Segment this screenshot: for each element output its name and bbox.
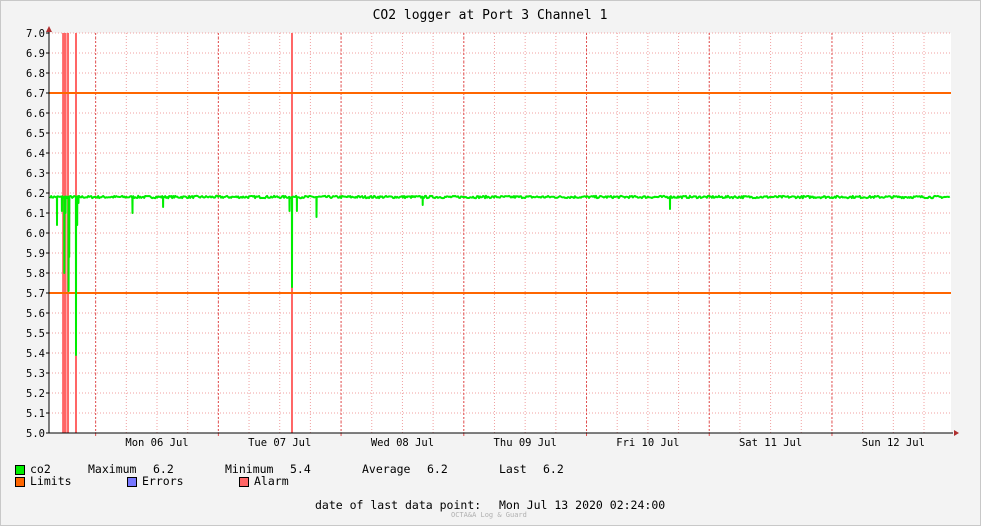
x-axis-arrow-icon xyxy=(954,430,959,436)
y-tick-label: 5.1 xyxy=(26,408,45,420)
x-tick-label: Tue 07 Jul xyxy=(248,437,311,449)
y-tick-label: 6.9 xyxy=(26,48,45,60)
legend-minimum-value: 5.4 xyxy=(290,462,311,476)
last-data-point-value: Mon Jul 13 2020 02:24:00 xyxy=(499,498,666,512)
errors-legend-swatch xyxy=(127,477,137,487)
x-tick-label: Sat 11 Jul xyxy=(739,437,802,449)
y-tick-label: 6.1 xyxy=(26,208,45,220)
alarm-legend-swatch xyxy=(239,477,249,487)
y-tick-label: 7.0 xyxy=(26,28,45,40)
y-tick-label: 5.5 xyxy=(26,328,45,340)
legend-last-label: Last xyxy=(499,462,527,476)
y-tick-label: 5.7 xyxy=(26,288,45,300)
x-tick-label: Thu 09 Jul xyxy=(494,437,557,449)
x-tick-label: Mon 06 Jul xyxy=(125,437,188,449)
legend-limits-label: Limits xyxy=(30,474,72,488)
legend-average-value: 6.2 xyxy=(427,462,448,476)
chart-canvas: CO2 logger at Port 3 Channel 1 7.0 6.9 6.8… xyxy=(26,8,959,449)
y-tick-label: 6.8 xyxy=(26,68,45,80)
x-axis-ticks: Mon 06 Jul Tue 07 Jul Wed 08 Jul Thu 09 Jul… xyxy=(95,433,925,449)
co2-legend-swatch xyxy=(15,465,25,475)
legend-maximum-label: Maximum xyxy=(88,462,137,476)
limits-legend-swatch xyxy=(15,477,25,487)
y-tick-label: 5.3 xyxy=(26,368,45,380)
chart-title: CO2 logger at Port 3 Channel 1 xyxy=(373,8,608,23)
y-tick-label: 6.0 xyxy=(26,228,45,240)
x-tick-label: Wed 08 Jul xyxy=(371,437,434,449)
x-tick-label: Sun 12 Jul xyxy=(862,437,925,449)
y-tick-label: 6.5 xyxy=(26,128,45,140)
y-tick-label: 6.4 xyxy=(26,148,45,160)
legend-average-label: Average xyxy=(362,462,411,476)
y-tick-label: 5.0 xyxy=(26,428,45,440)
last-data-point-label: date of last data point: xyxy=(315,498,482,512)
y-tick-label: 6.7 xyxy=(26,88,45,100)
x-tick-label: Fri 10 Jul xyxy=(616,437,679,449)
watermark: OCTA&A Log & Guard xyxy=(451,511,527,519)
legend-last-value: 6.2 xyxy=(543,462,564,476)
y-tick-label: 5.9 xyxy=(26,248,45,260)
y-tick-label: 6.6 xyxy=(26,108,45,120)
y-axis-arrow-icon xyxy=(46,26,52,32)
y-tick-label: 5.2 xyxy=(26,388,45,400)
y-tick-label: 6.3 xyxy=(26,168,45,180)
y-tick-label: 6.2 xyxy=(26,188,45,200)
y-tick-label: 5.6 xyxy=(26,308,45,320)
y-axis-ticks: 7.0 6.9 6.8 6.7 6.6 6.5 6.4 6.3 6.2 6.1 6.0 5.9 5.8 5… xyxy=(26,28,49,440)
legend-errors-label: Errors xyxy=(142,474,184,488)
y-tick-label: 5.4 xyxy=(26,348,45,360)
legend-alarm-label: Alarm xyxy=(254,474,289,488)
y-tick-label: 5.8 xyxy=(26,268,45,280)
